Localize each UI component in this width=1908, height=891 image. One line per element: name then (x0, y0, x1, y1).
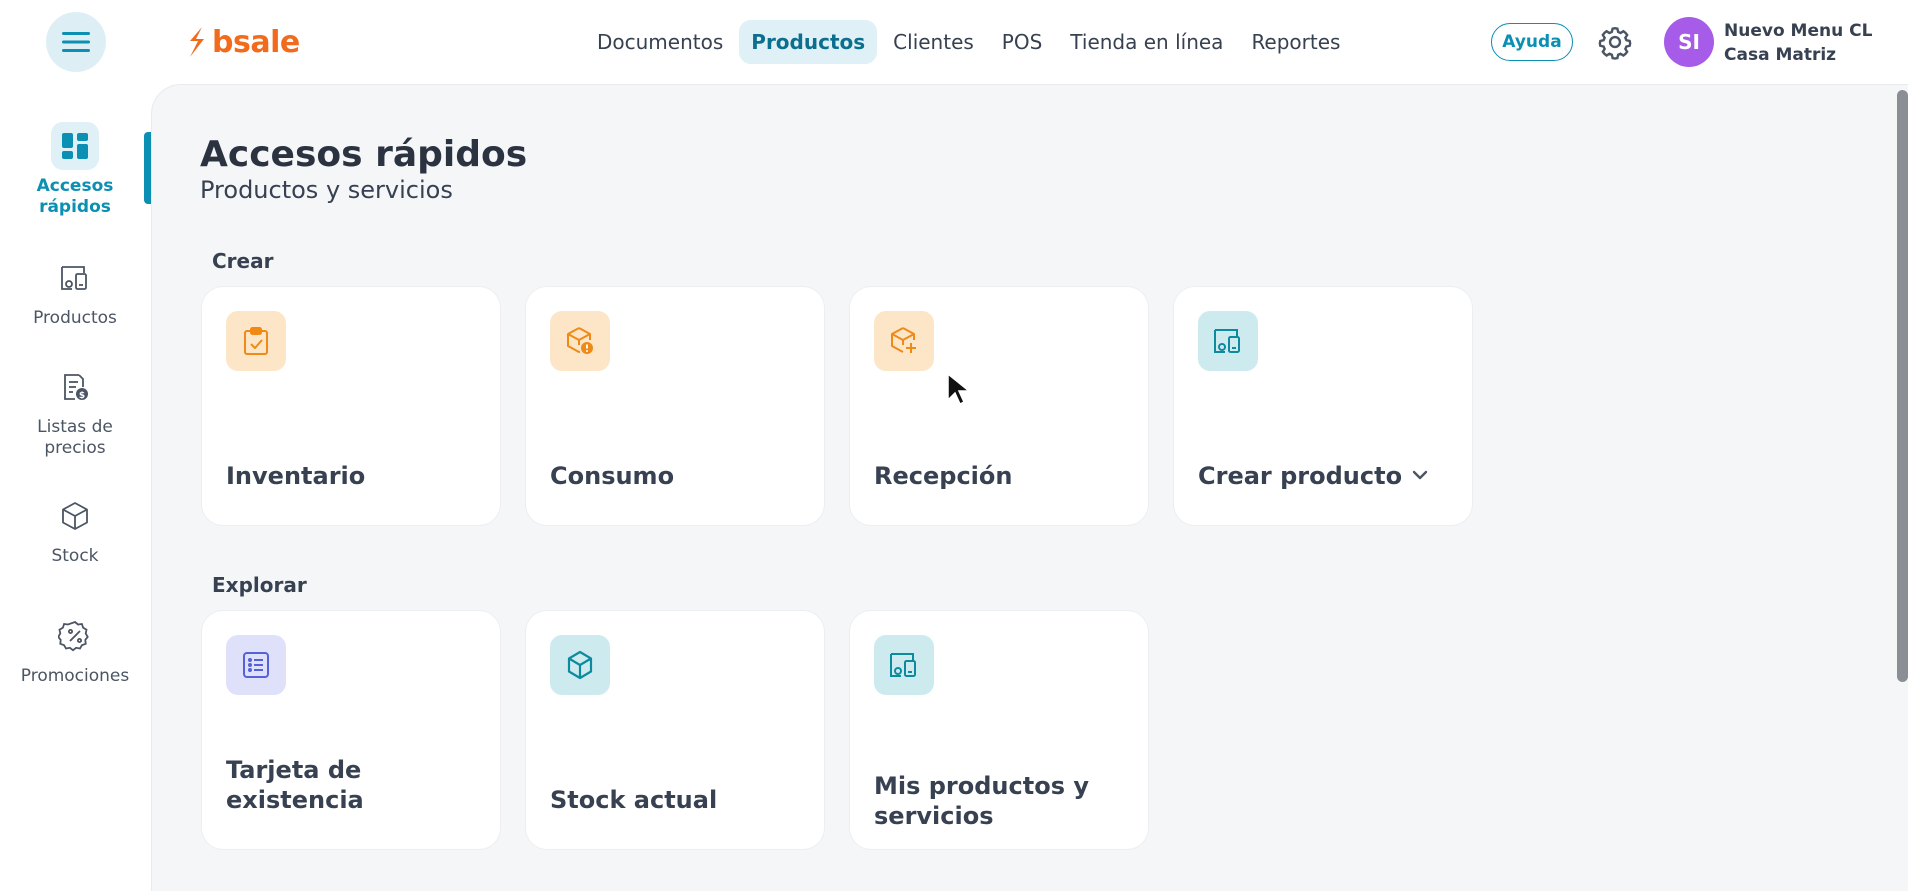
price-list-icon: $ (51, 363, 99, 411)
nav-productos[interactable]: Productos (739, 20, 878, 64)
sidebar-item-promociones[interactable]: Promociones (0, 612, 150, 687)
section-title-explorar: Explorar (212, 573, 307, 597)
sidebar-item-accesos-rapidos[interactable]: Accesos rápidos (0, 122, 150, 218)
nav-clientes[interactable]: Clientes (881, 20, 986, 64)
products-icon (1198, 311, 1258, 371)
user-branch: Casa Matriz (1724, 45, 1837, 65)
card-stock-actual[interactable]: Stock actual (525, 610, 825, 850)
nav-reportes[interactable]: Reportes (1239, 20, 1352, 64)
card-crear-producto[interactable]: Crear producto (1173, 286, 1473, 526)
sidebar-item-stock[interactable]: Stock (0, 492, 150, 567)
card-label: Stock actual (550, 786, 718, 814)
card-label: Inventario (226, 462, 366, 490)
main-nav: Documentos Productos Clientes POS Tienda… (585, 18, 1352, 66)
sidebar-item-label: Stock (51, 546, 99, 566)
scrollbar[interactable] (1897, 90, 1908, 682)
discount-icon (51, 612, 99, 660)
sidebar: Accesos rápidos Productos $ Listas de pr… (0, 84, 152, 891)
dashboard-icon (51, 122, 99, 170)
box-alert-icon (550, 311, 610, 371)
card-label: Recepción (874, 462, 1013, 490)
user-name: Nuevo Menu CL (1724, 21, 1873, 41)
sidebar-item-label: Promociones (20, 666, 130, 686)
brand-logo[interactable]: bsale (184, 22, 300, 62)
bsale-logo-icon (190, 27, 204, 57)
gear-icon[interactable] (1597, 24, 1633, 60)
list-icon (226, 635, 286, 695)
brand-name: bsale (212, 24, 300, 60)
card-label: Mis productos y servicios (874, 772, 1089, 830)
page-subtitle: Productos y servicios (200, 176, 453, 204)
box-icon (51, 492, 99, 540)
card-recepcion[interactable]: Recepción (849, 286, 1149, 526)
chevron-down-icon[interactable] (1408, 463, 1432, 487)
card-consumo[interactable]: Consumo (525, 286, 825, 526)
svg-text:$: $ (79, 391, 85, 401)
box-icon (550, 635, 610, 695)
nav-pos[interactable]: POS (990, 20, 1055, 64)
card-label: Tarjeta de existencia (226, 756, 364, 814)
user-info[interactable]: Nuevo Menu CL Casa Matriz (1724, 19, 1872, 67)
products-icon (51, 254, 99, 302)
card-tarjeta-de-existencia[interactable]: Tarjeta de existencia (201, 610, 501, 850)
avatar[interactable]: SI (1664, 17, 1714, 67)
card-label: Consumo (550, 462, 675, 490)
box-plus-icon (874, 311, 934, 371)
card-mis-productos-y-servicios[interactable]: Mis productos y servicios (849, 610, 1149, 850)
section-title-crear: Crear (212, 249, 274, 273)
sidebar-item-label: Accesos rápidos (36, 176, 114, 217)
mouse-cursor-icon (947, 372, 972, 406)
nav-documentos[interactable]: Documentos (585, 20, 735, 64)
sidebar-item-listas-de-precios[interactable]: $ Listas de precios (0, 363, 150, 459)
sidebar-item-label: Listas de precios (37, 417, 113, 458)
products-icon (874, 635, 934, 695)
nav-tienda-en-linea[interactable]: Tienda en línea (1058, 20, 1235, 64)
hamburger-icon (62, 32, 90, 52)
sidebar-item-label: Productos (33, 308, 117, 328)
top-bar: bsale Documentos Productos Clientes POS … (0, 0, 1908, 84)
help-button[interactable]: Ayuda (1491, 23, 1573, 61)
card-inventario[interactable]: Inventario (201, 286, 501, 526)
menu-button[interactable] (46, 12, 106, 72)
page-title: Accesos rápidos (200, 134, 528, 175)
clipboard-check-icon (226, 311, 286, 371)
sidebar-item-productos[interactable]: Productos (0, 254, 150, 329)
